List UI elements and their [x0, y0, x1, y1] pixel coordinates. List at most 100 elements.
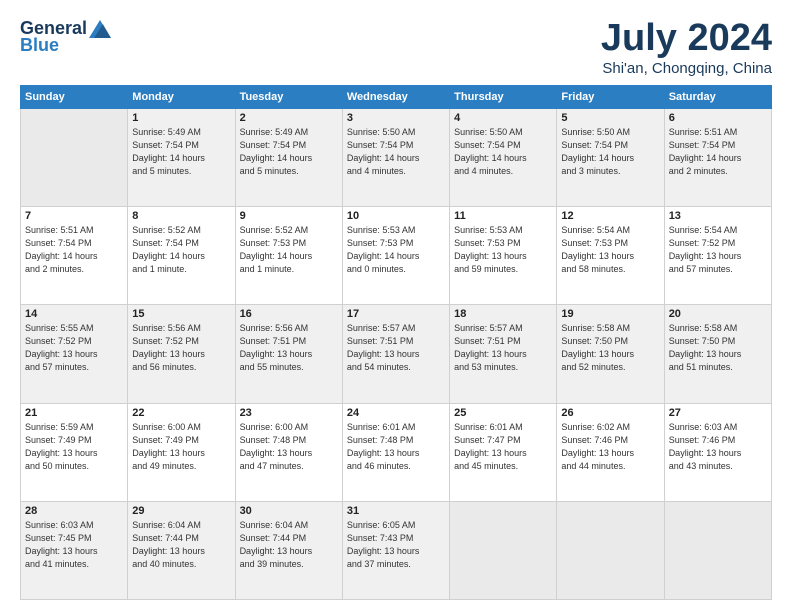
- day-info: Sunrise: 5:53 AM Sunset: 7:53 PM Dayligh…: [454, 224, 552, 276]
- day-info: Sunrise: 5:51 AM Sunset: 7:54 PM Dayligh…: [669, 126, 767, 178]
- day-info: Sunrise: 5:50 AM Sunset: 7:54 PM Dayligh…: [561, 126, 659, 178]
- day-info: Sunrise: 5:57 AM Sunset: 7:51 PM Dayligh…: [347, 322, 445, 374]
- calendar-cell: 27 Sunrise: 6:03 AM Sunset: 7:46 PM Dayli…: [664, 403, 771, 501]
- calendar-cell: 19 Sunrise: 5:58 AM Sunset: 7:50 PM Dayli…: [557, 305, 664, 403]
- day-info: Sunrise: 5:56 AM Sunset: 7:52 PM Dayligh…: [132, 322, 230, 374]
- calendar-header-row: SundayMondayTuesdayWednesdayThursdayFrid…: [21, 85, 772, 108]
- day-number: 20: [669, 308, 767, 320]
- day-info: Sunrise: 6:00 AM Sunset: 7:49 PM Dayligh…: [132, 421, 230, 473]
- day-info: Sunrise: 5:58 AM Sunset: 7:50 PM Dayligh…: [669, 322, 767, 374]
- logo: General Blue: [20, 18, 111, 56]
- calendar-cell: 30 Sunrise: 6:04 AM Sunset: 7:44 PM Dayli…: [235, 501, 342, 599]
- day-info: Sunrise: 5:49 AM Sunset: 7:54 PM Dayligh…: [132, 126, 230, 178]
- calendar-cell: 25 Sunrise: 6:01 AM Sunset: 7:47 PM Dayli…: [450, 403, 557, 501]
- day-info: Sunrise: 6:04 AM Sunset: 7:44 PM Dayligh…: [132, 519, 230, 571]
- day-info: Sunrise: 5:53 AM Sunset: 7:53 PM Dayligh…: [347, 224, 445, 276]
- day-number: 2: [240, 112, 338, 124]
- day-info: Sunrise: 5:59 AM Sunset: 7:49 PM Dayligh…: [25, 421, 123, 473]
- weekday-header: Thursday: [450, 85, 557, 108]
- day-info: Sunrise: 5:58 AM Sunset: 7:50 PM Dayligh…: [561, 322, 659, 374]
- day-number: 7: [25, 210, 123, 222]
- day-number: 31: [347, 505, 445, 517]
- day-info: Sunrise: 6:02 AM Sunset: 7:46 PM Dayligh…: [561, 421, 659, 473]
- header: General Blue July 2024 Shi'an, Chongqing…: [20, 18, 772, 77]
- day-number: 4: [454, 112, 552, 124]
- day-number: 17: [347, 308, 445, 320]
- day-number: 16: [240, 308, 338, 320]
- day-info: Sunrise: 6:03 AM Sunset: 7:46 PM Dayligh…: [669, 421, 767, 473]
- day-number: 13: [669, 210, 767, 222]
- calendar: SundayMondayTuesdayWednesdayThursdayFrid…: [20, 85, 772, 600]
- logo-blue-text: Blue: [20, 35, 59, 56]
- day-number: 25: [454, 407, 552, 419]
- day-info: Sunrise: 5:54 AM Sunset: 7:52 PM Dayligh…: [669, 224, 767, 276]
- calendar-cell: 26 Sunrise: 6:02 AM Sunset: 7:46 PM Dayli…: [557, 403, 664, 501]
- calendar-week-row: 28 Sunrise: 6:03 AM Sunset: 7:45 PM Dayli…: [21, 501, 772, 599]
- day-info: Sunrise: 5:55 AM Sunset: 7:52 PM Dayligh…: [25, 322, 123, 374]
- day-info: Sunrise: 5:52 AM Sunset: 7:53 PM Dayligh…: [240, 224, 338, 276]
- day-number: 1: [132, 112, 230, 124]
- title-month: July 2024: [601, 18, 772, 60]
- day-number: 30: [240, 505, 338, 517]
- calendar-cell: 7 Sunrise: 5:51 AM Sunset: 7:54 PM Daylig…: [21, 207, 128, 305]
- day-info: Sunrise: 6:04 AM Sunset: 7:44 PM Dayligh…: [240, 519, 338, 571]
- day-info: Sunrise: 6:01 AM Sunset: 7:47 PM Dayligh…: [454, 421, 552, 473]
- day-number: 24: [347, 407, 445, 419]
- calendar-cell: [664, 501, 771, 599]
- weekday-header: Tuesday: [235, 85, 342, 108]
- day-info: Sunrise: 6:00 AM Sunset: 7:48 PM Dayligh…: [240, 421, 338, 473]
- calendar-cell: 3Sunrise: 5:50 AM Sunset: 7:54 PM Daylig…: [342, 108, 449, 206]
- weekday-header: Monday: [128, 85, 235, 108]
- calendar-cell: 5Sunrise: 5:50 AM Sunset: 7:54 PM Daylig…: [557, 108, 664, 206]
- day-info: Sunrise: 5:52 AM Sunset: 7:54 PM Dayligh…: [132, 224, 230, 276]
- calendar-cell: 10Sunrise: 5:53 AM Sunset: 7:53 PM Dayli…: [342, 207, 449, 305]
- calendar-cell: 31Sunrise: 6:05 AM Sunset: 7:43 PM Dayli…: [342, 501, 449, 599]
- day-number: 11: [454, 210, 552, 222]
- day-info: Sunrise: 6:03 AM Sunset: 7:45 PM Dayligh…: [25, 519, 123, 571]
- calendar-cell: 29 Sunrise: 6:04 AM Sunset: 7:44 PM Dayli…: [128, 501, 235, 599]
- calendar-cell: 18Sunrise: 5:57 AM Sunset: 7:51 PM Dayli…: [450, 305, 557, 403]
- day-number: 26: [561, 407, 659, 419]
- day-info: Sunrise: 5:50 AM Sunset: 7:54 PM Dayligh…: [454, 126, 552, 178]
- page: General Blue July 2024 Shi'an, Chongqing…: [0, 0, 792, 612]
- weekday-header: Sunday: [21, 85, 128, 108]
- day-info: Sunrise: 5:54 AM Sunset: 7:53 PM Dayligh…: [561, 224, 659, 276]
- day-info: Sunrise: 6:01 AM Sunset: 7:48 PM Dayligh…: [347, 421, 445, 473]
- day-info: Sunrise: 5:50 AM Sunset: 7:54 PM Dayligh…: [347, 126, 445, 178]
- calendar-cell: 4 Sunrise: 5:50 AM Sunset: 7:54 PM Daylig…: [450, 108, 557, 206]
- calendar-cell: 21 Sunrise: 5:59 AM Sunset: 7:49 PM Dayli…: [21, 403, 128, 501]
- day-number: 18: [454, 308, 552, 320]
- calendar-cell: 24 Sunrise: 6:01 AM Sunset: 7:48 PM Dayli…: [342, 403, 449, 501]
- calendar-cell: 8 Sunrise: 5:52 AM Sunset: 7:54 PM Daylig…: [128, 207, 235, 305]
- calendar-cell: 12 Sunrise: 5:54 AM Sunset: 7:53 PM Dayli…: [557, 207, 664, 305]
- calendar-cell: 15Sunrise: 5:56 AM Sunset: 7:52 PM Dayli…: [128, 305, 235, 403]
- calendar-cell: 22 Sunrise: 6:00 AM Sunset: 7:49 PM Dayli…: [128, 403, 235, 501]
- day-number: 23: [240, 407, 338, 419]
- calendar-cell: 14Sunrise: 5:55 AM Sunset: 7:52 PM Dayli…: [21, 305, 128, 403]
- calendar-cell: 11 Sunrise: 5:53 AM Sunset: 7:53 PM Dayli…: [450, 207, 557, 305]
- calendar-cell: [557, 501, 664, 599]
- day-number: 22: [132, 407, 230, 419]
- calendar-week-row: 7 Sunrise: 5:51 AM Sunset: 7:54 PM Daylig…: [21, 207, 772, 305]
- calendar-week-row: 21 Sunrise: 5:59 AM Sunset: 7:49 PM Dayli…: [21, 403, 772, 501]
- weekday-header: Wednesday: [342, 85, 449, 108]
- calendar-week-row: 1 Sunrise: 5:49 AM Sunset: 7:54 PM Daylig…: [21, 108, 772, 206]
- calendar-cell: 1 Sunrise: 5:49 AM Sunset: 7:54 PM Daylig…: [128, 108, 235, 206]
- calendar-cell: 9Sunrise: 5:52 AM Sunset: 7:53 PM Daylig…: [235, 207, 342, 305]
- day-number: 12: [561, 210, 659, 222]
- day-info: Sunrise: 5:49 AM Sunset: 7:54 PM Dayligh…: [240, 126, 338, 178]
- day-number: 8: [132, 210, 230, 222]
- calendar-cell: 23 Sunrise: 6:00 AM Sunset: 7:48 PM Dayli…: [235, 403, 342, 501]
- day-number: 21: [25, 407, 123, 419]
- day-number: 19: [561, 308, 659, 320]
- day-number: 28: [25, 505, 123, 517]
- calendar-cell: 20 Sunrise: 5:58 AM Sunset: 7:50 PM Dayli…: [664, 305, 771, 403]
- logo-icon: [89, 20, 111, 38]
- weekday-header: Saturday: [664, 85, 771, 108]
- day-number: 29: [132, 505, 230, 517]
- calendar-cell: 6 Sunrise: 5:51 AM Sunset: 7:54 PM Daylig…: [664, 108, 771, 206]
- day-number: 27: [669, 407, 767, 419]
- day-info: Sunrise: 5:51 AM Sunset: 7:54 PM Dayligh…: [25, 224, 123, 276]
- day-number: 6: [669, 112, 767, 124]
- calendar-cell: 28 Sunrise: 6:03 AM Sunset: 7:45 PM Dayli…: [21, 501, 128, 599]
